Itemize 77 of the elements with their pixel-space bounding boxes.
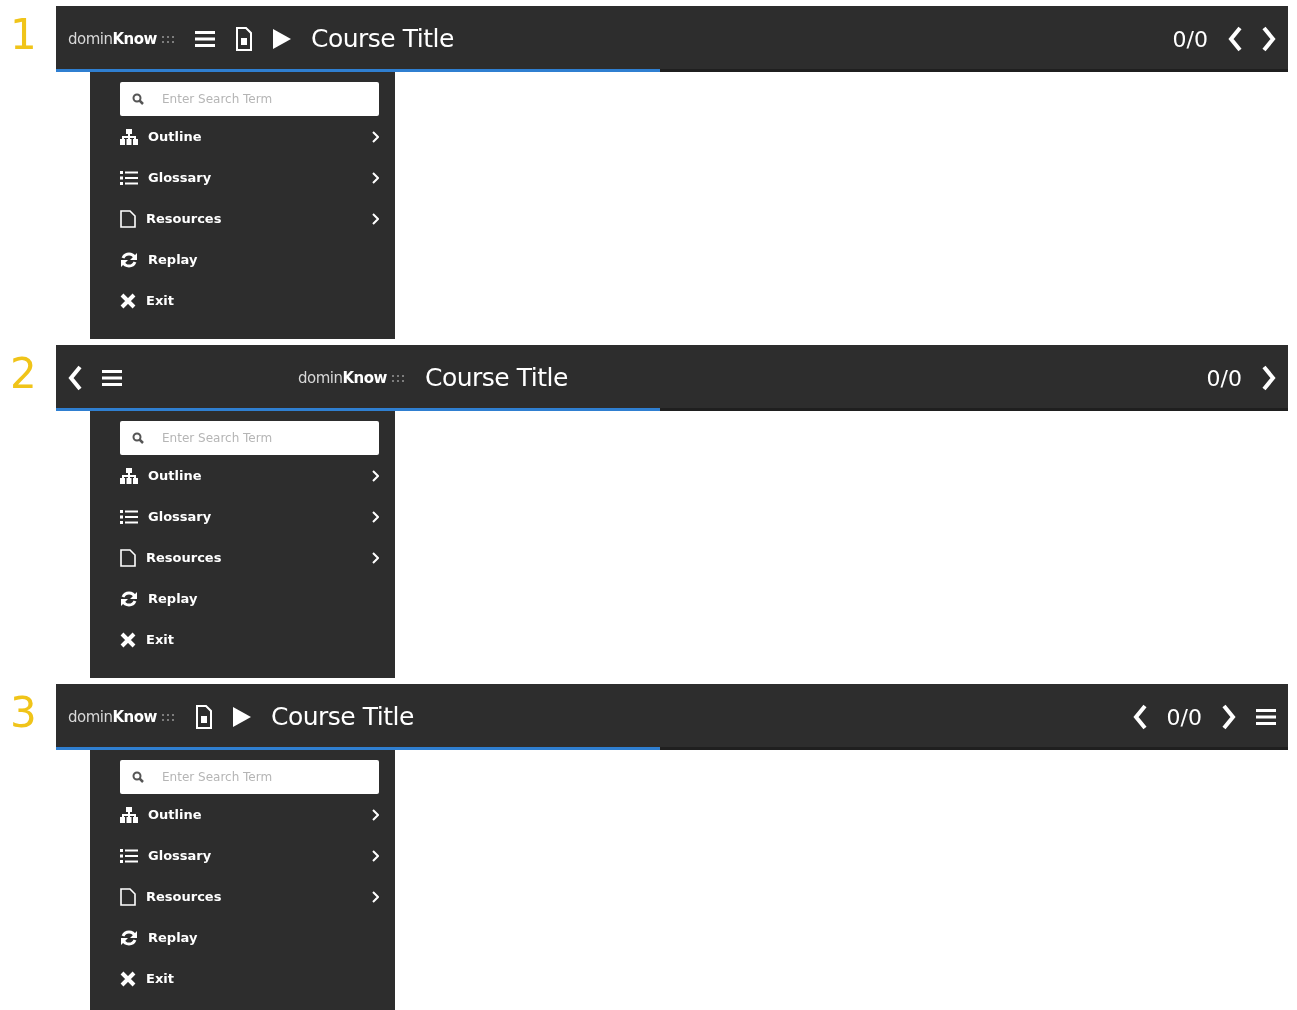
play-icon xyxy=(232,707,251,727)
next-button[interactable] xyxy=(1262,26,1276,52)
list-icon xyxy=(120,169,138,186)
dots-icon xyxy=(160,34,175,44)
logo-text: dominKnow xyxy=(298,367,387,389)
document-icon xyxy=(194,705,213,729)
course-title: Course Title xyxy=(424,362,568,395)
menu-item[interactable]: Resources xyxy=(120,876,379,917)
menu-item[interactable]: Glossary xyxy=(120,157,379,198)
menu-item[interactable]: Outline xyxy=(120,116,379,157)
sitemap-icon xyxy=(120,467,138,484)
next-button[interactable] xyxy=(1262,365,1276,391)
close-icon xyxy=(120,292,136,309)
menu-item[interactable]: Resources xyxy=(120,198,379,239)
play-button[interactable] xyxy=(272,29,291,49)
search-icon xyxy=(132,432,144,444)
document-icon xyxy=(234,27,253,51)
variant-number: 2 xyxy=(9,348,37,395)
menu-item[interactable]: Glossary xyxy=(120,835,379,876)
dots-icon xyxy=(160,712,175,722)
chevron-right-icon xyxy=(1262,365,1276,391)
search-field[interactable]: Enter Search Term xyxy=(120,421,379,455)
close-icon xyxy=(120,970,136,987)
document-button[interactable] xyxy=(194,705,213,729)
file-icon xyxy=(120,887,136,906)
refresh-icon xyxy=(120,589,138,608)
page-counter: 0/0 xyxy=(1172,25,1208,54)
play-icon xyxy=(272,29,291,49)
logo-text: dominKnow xyxy=(68,706,157,728)
menu-item[interactable]: Exit xyxy=(120,280,379,321)
previous-button[interactable] xyxy=(68,365,82,391)
page-counter: 0/0 xyxy=(1206,364,1242,393)
search-icon xyxy=(132,771,144,783)
menu-button[interactable] xyxy=(102,369,122,387)
menu-item[interactable]: Resources xyxy=(120,537,379,578)
menu-item[interactable]: Outline xyxy=(120,794,379,835)
document-button[interactable] xyxy=(234,27,253,51)
menu-item[interactable]: Outline xyxy=(120,455,379,496)
chevron-left-icon xyxy=(1132,704,1147,730)
menu-icon xyxy=(194,30,215,48)
chevron-left-icon xyxy=(1228,26,1242,52)
search-field[interactable]: Enter Search Term xyxy=(120,82,379,116)
search-field[interactable]: Enter Search Term xyxy=(120,760,379,794)
list-icon xyxy=(120,508,138,525)
menu-item[interactable]: Replay xyxy=(120,239,379,280)
menu-icon xyxy=(102,369,122,387)
sitemap-icon xyxy=(120,128,138,145)
refresh-icon xyxy=(120,928,138,947)
menu-item[interactable]: Exit xyxy=(120,958,379,999)
logo-text: dominKnow xyxy=(68,28,157,50)
play-button[interactable] xyxy=(232,707,251,727)
menu-icon xyxy=(1256,708,1276,726)
chevron-right-icon xyxy=(1222,704,1236,730)
variant-number: 1 xyxy=(9,9,37,56)
menu-button[interactable] xyxy=(194,30,215,48)
variant-number: 3 xyxy=(9,687,37,734)
previous-button[interactable] xyxy=(1132,704,1147,730)
menu-item[interactable]: Exit xyxy=(120,619,379,660)
menu-item[interactable]: Replay xyxy=(120,917,379,958)
sitemap-icon xyxy=(120,806,138,823)
refresh-icon xyxy=(120,250,138,269)
chevron-left-icon xyxy=(68,365,82,391)
previous-button[interactable] xyxy=(1228,26,1242,52)
menu-item[interactable]: Replay xyxy=(120,578,379,619)
course-title: Course Title xyxy=(270,701,414,734)
chevron-right-icon xyxy=(1262,26,1276,52)
course-title: Course Title xyxy=(310,23,454,56)
list-icon xyxy=(120,847,138,864)
dots-icon xyxy=(390,373,405,383)
search-icon xyxy=(132,93,144,105)
file-icon xyxy=(120,548,136,567)
menu-item[interactable]: Glossary xyxy=(120,496,379,537)
next-button[interactable] xyxy=(1222,704,1236,730)
page-counter: 0/0 xyxy=(1166,703,1202,732)
file-icon xyxy=(120,209,136,228)
close-icon xyxy=(120,631,136,648)
menu-button[interactable] xyxy=(1256,708,1276,726)
